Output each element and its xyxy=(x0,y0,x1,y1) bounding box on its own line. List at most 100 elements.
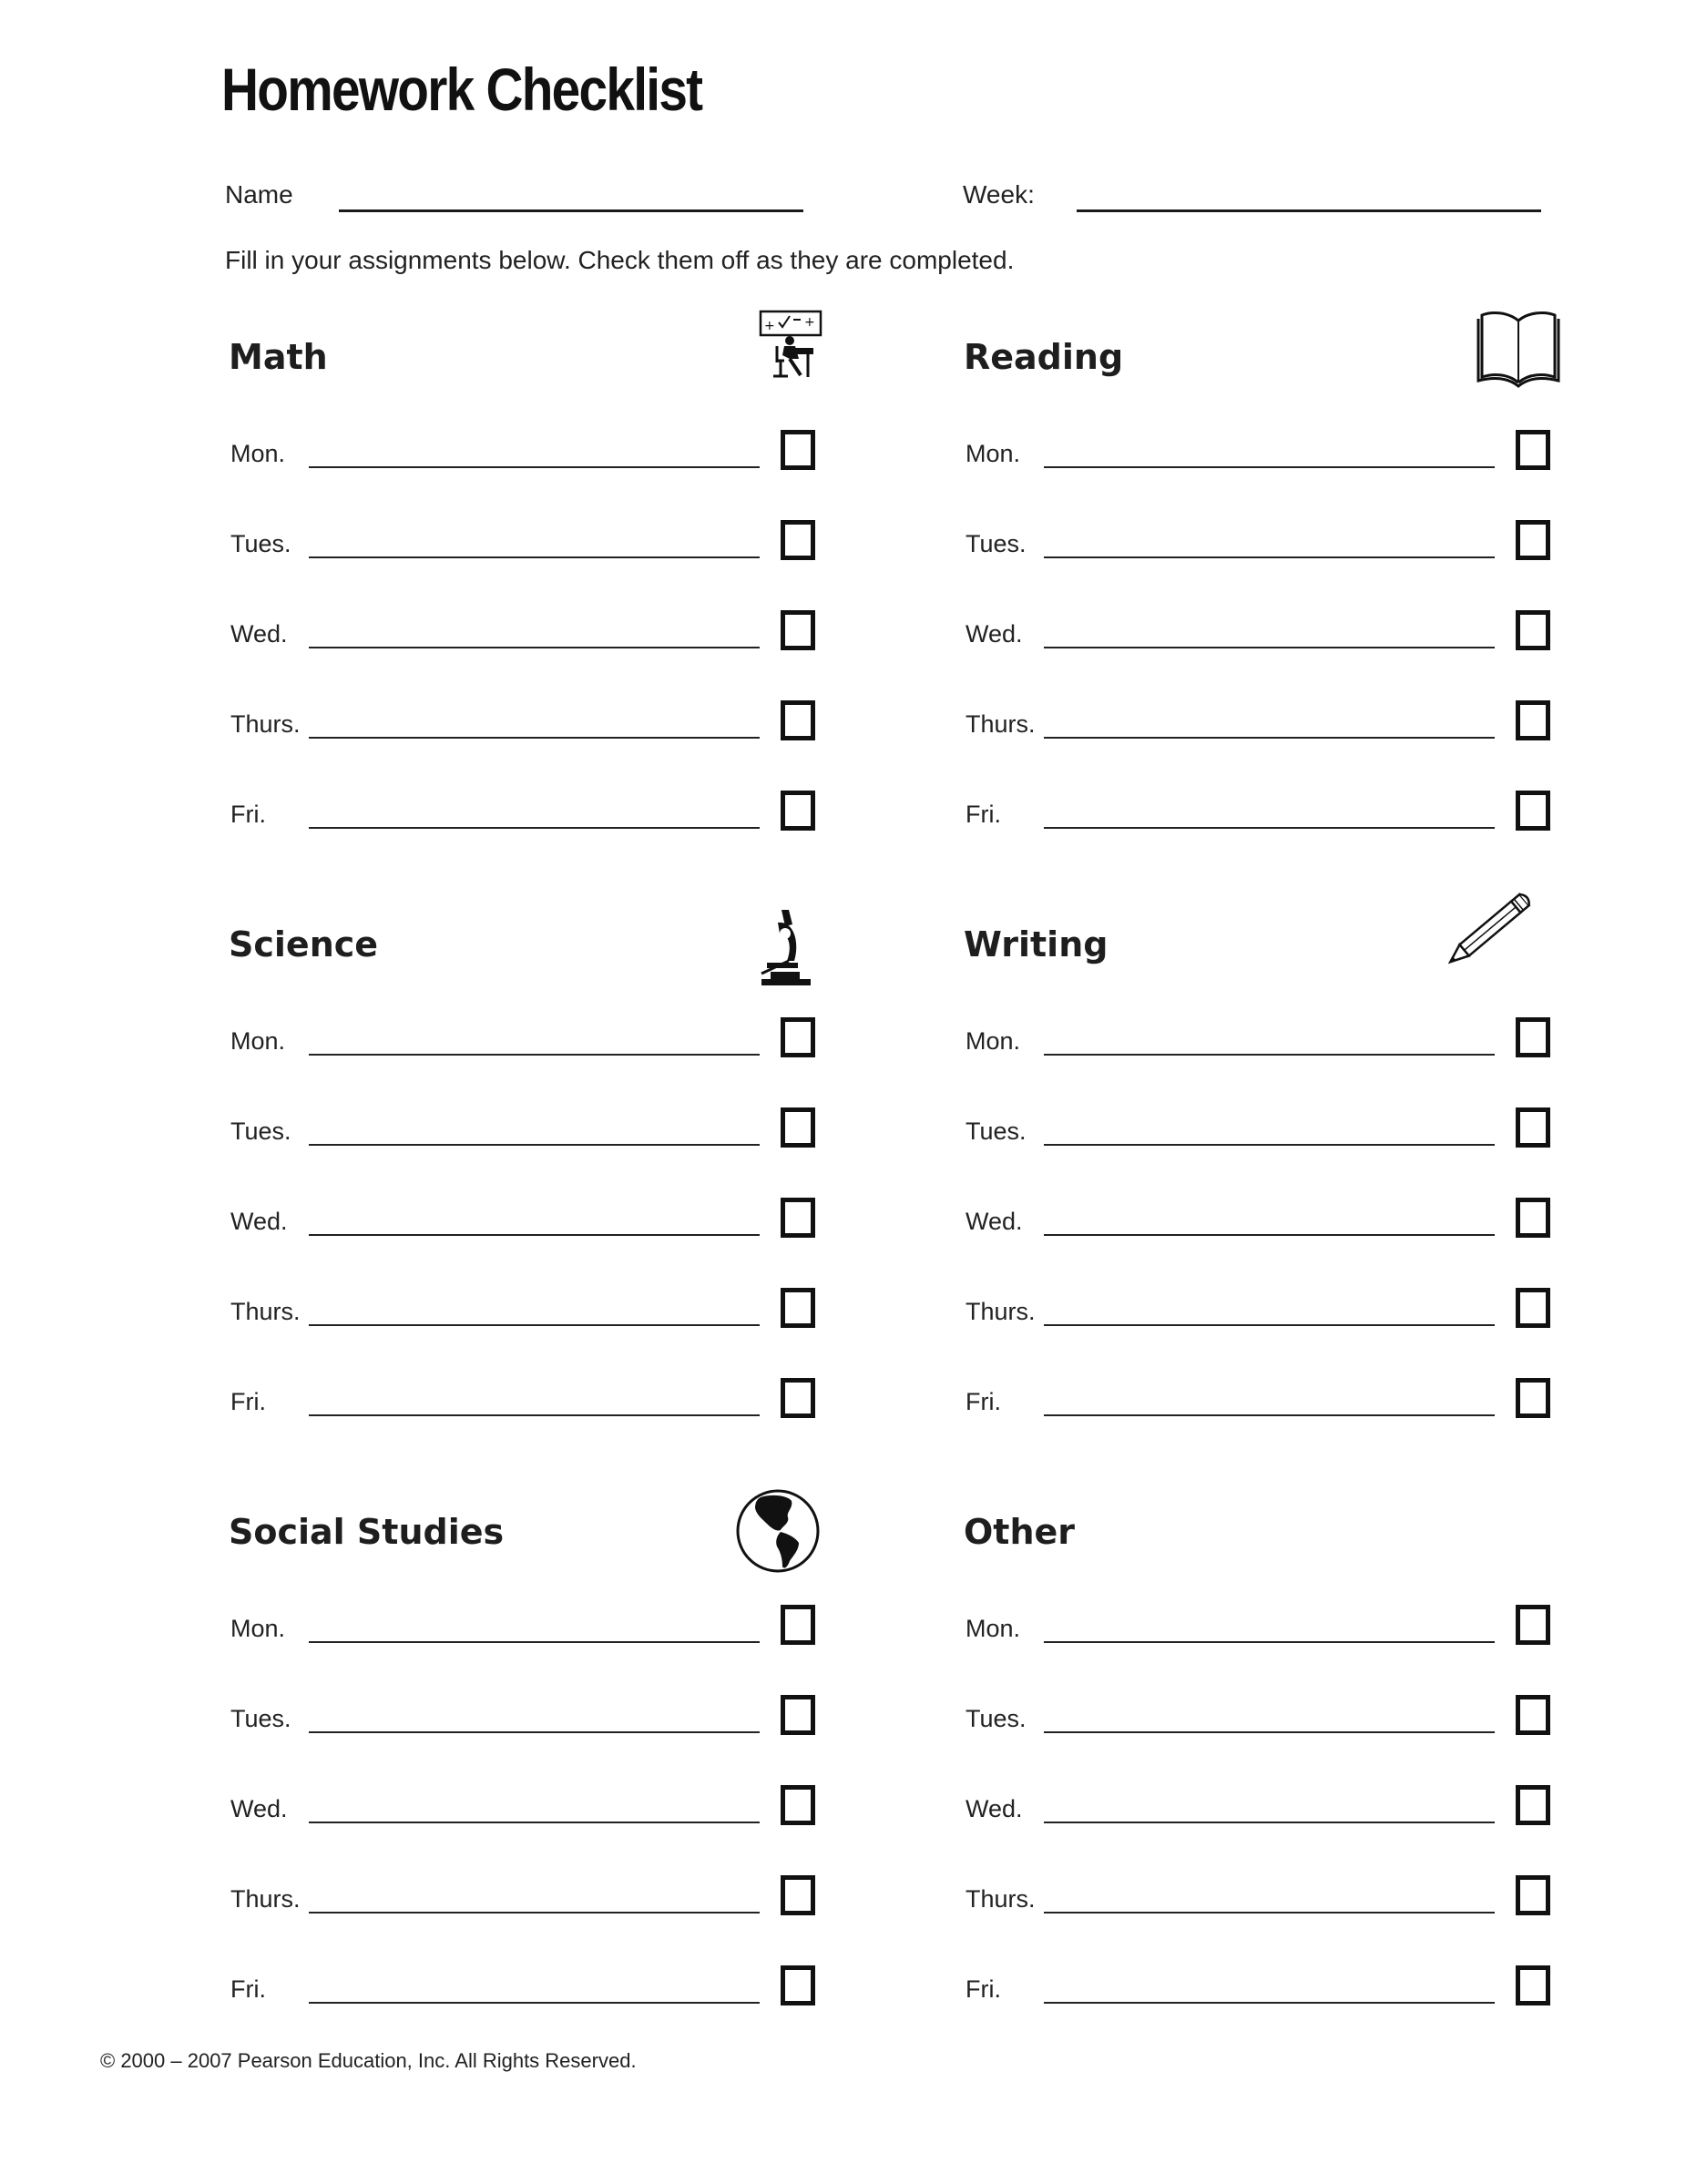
section-writing: Writing Mon. Tues. Wed. Thurs. Fri. xyxy=(960,893,1598,1453)
assignment-row: Fri. xyxy=(960,1954,1598,2009)
day-label: Wed. xyxy=(965,1208,1023,1235)
assignment-field[interactable] xyxy=(309,1822,760,1823)
day-label: Mon. xyxy=(230,1615,286,1642)
assignment-field[interactable] xyxy=(1044,556,1495,558)
assignment-field[interactable] xyxy=(1044,1822,1495,1823)
assignment-field[interactable] xyxy=(1044,1414,1495,1416)
name-field[interactable] xyxy=(339,209,803,212)
completed-checkbox[interactable] xyxy=(1516,1017,1550,1057)
assignment-row: Fri. xyxy=(960,1367,1598,1422)
assignment-field[interactable] xyxy=(309,2002,760,2004)
assignment-field[interactable] xyxy=(1044,737,1495,739)
assignment-field[interactable] xyxy=(1044,466,1495,468)
day-label: Fri. xyxy=(230,1975,266,2003)
day-label: Tues. xyxy=(230,1118,291,1145)
day-label: Fri. xyxy=(965,1975,1001,2003)
completed-checkbox[interactable] xyxy=(1516,1288,1550,1328)
completed-checkbox[interactable] xyxy=(1516,430,1550,470)
completed-checkbox[interactable] xyxy=(781,1875,815,1915)
completed-checkbox[interactable] xyxy=(781,520,815,560)
assignment-field[interactable] xyxy=(309,827,760,829)
completed-checkbox[interactable] xyxy=(1516,1695,1550,1735)
day-label: Mon. xyxy=(965,440,1021,467)
day-label: Fri. xyxy=(230,801,266,828)
completed-checkbox[interactable] xyxy=(1516,1785,1550,1825)
day-label: Mon. xyxy=(230,1027,286,1055)
completed-checkbox[interactable] xyxy=(781,1695,815,1735)
completed-checkbox[interactable] xyxy=(1516,1378,1550,1418)
completed-checkbox[interactable] xyxy=(781,700,815,740)
assignment-field[interactable] xyxy=(1044,1054,1495,1056)
assignment-row: Thurs. xyxy=(960,1277,1598,1332)
assignment-field[interactable] xyxy=(309,737,760,739)
assignment-row: Thurs. xyxy=(225,689,863,744)
assignment-field[interactable] xyxy=(309,1234,760,1236)
completed-checkbox[interactable] xyxy=(781,1288,815,1328)
completed-checkbox[interactable] xyxy=(781,610,815,650)
section-other: Other Mon. Tues. Wed. Thurs. Fri. xyxy=(960,1512,1598,2040)
assignment-field[interactable] xyxy=(309,1414,760,1416)
assignment-field[interactable] xyxy=(1044,827,1495,829)
assignment-row: Thurs. xyxy=(225,1277,863,1332)
completed-checkbox[interactable] xyxy=(781,791,815,831)
completed-checkbox[interactable] xyxy=(781,1198,815,1238)
assignment-row: Tues. xyxy=(960,1097,1598,1151)
assignment-field[interactable] xyxy=(1044,1731,1495,1733)
completed-checkbox[interactable] xyxy=(781,430,815,470)
assignment-row: Tues. xyxy=(960,1684,1598,1739)
assignment-field[interactable] xyxy=(309,556,760,558)
completed-checkbox[interactable] xyxy=(1516,610,1550,650)
section-title: Reading xyxy=(964,337,1124,377)
day-label: Wed. xyxy=(965,620,1023,648)
completed-checkbox[interactable] xyxy=(781,1965,815,2005)
assignment-field[interactable] xyxy=(309,647,760,648)
assignment-field[interactable] xyxy=(309,1144,760,1146)
day-label: Wed. xyxy=(230,1208,288,1235)
assignment-row: Wed. xyxy=(960,1774,1598,1829)
assignment-field[interactable] xyxy=(309,1054,760,1056)
completed-checkbox[interactable] xyxy=(781,1785,815,1825)
completed-checkbox[interactable] xyxy=(781,1017,815,1057)
assignment-field[interactable] xyxy=(1044,1324,1495,1326)
assignment-field[interactable] xyxy=(309,1912,760,1914)
day-label: Wed. xyxy=(965,1795,1023,1822)
week-field[interactable] xyxy=(1077,209,1541,212)
completed-checkbox[interactable] xyxy=(1516,1198,1550,1238)
section-reading: Reading Mon. Tues. Wed. Thurs. Fri. xyxy=(960,311,1598,865)
day-label: Mon. xyxy=(965,1615,1021,1642)
week-label: Week: xyxy=(963,180,1035,209)
assignment-field[interactable] xyxy=(309,1641,760,1643)
completed-checkbox[interactable] xyxy=(1516,1875,1550,1915)
assignment-row: Mon. xyxy=(225,1006,863,1061)
assignment-field[interactable] xyxy=(1044,1144,1495,1146)
completed-checkbox[interactable] xyxy=(781,1107,815,1148)
assignment-row: Tues. xyxy=(960,509,1598,564)
assignment-field[interactable] xyxy=(309,466,760,468)
assignment-field[interactable] xyxy=(309,1731,760,1733)
assignment-row: Wed. xyxy=(225,1187,863,1241)
assignment-field[interactable] xyxy=(309,1324,760,1326)
assignment-row: Tues. xyxy=(225,1684,863,1739)
assignment-field[interactable] xyxy=(1044,2002,1495,2004)
assignment-field[interactable] xyxy=(1044,1641,1495,1643)
assignment-row: Tues. xyxy=(225,509,863,564)
completed-checkbox[interactable] xyxy=(781,1378,815,1418)
completed-checkbox[interactable] xyxy=(1516,791,1550,831)
completed-checkbox[interactable] xyxy=(1516,1605,1550,1645)
completed-checkbox[interactable] xyxy=(1516,700,1550,740)
completed-checkbox[interactable] xyxy=(1516,1107,1550,1148)
section-title: Social Studies xyxy=(229,1512,505,1552)
open-book-icon xyxy=(1475,301,1562,392)
completed-checkbox[interactable] xyxy=(1516,1965,1550,2005)
assignment-row: Tues. xyxy=(225,1097,863,1151)
completed-checkbox[interactable] xyxy=(1516,520,1550,560)
assignment-field[interactable] xyxy=(1044,1912,1495,1914)
day-label: Thurs. xyxy=(965,710,1036,738)
day-label: Thurs. xyxy=(230,710,301,738)
day-label: Fri. xyxy=(230,1388,266,1415)
assignment-field[interactable] xyxy=(1044,647,1495,648)
page-title: Homework Checklist xyxy=(221,56,703,123)
completed-checkbox[interactable] xyxy=(781,1605,815,1645)
assignment-field[interactable] xyxy=(1044,1234,1495,1236)
microscope-icon xyxy=(758,906,812,997)
